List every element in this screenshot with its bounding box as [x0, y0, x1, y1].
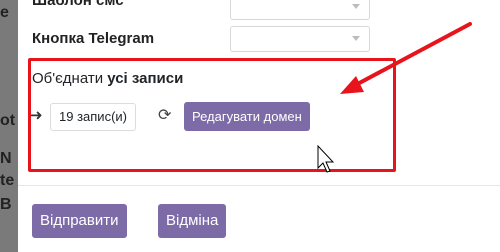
annotation-arrow-icon	[340, 22, 472, 94]
annotation-overlay	[317, 22, 472, 173]
mouse-cursor-icon	[317, 144, 335, 173]
